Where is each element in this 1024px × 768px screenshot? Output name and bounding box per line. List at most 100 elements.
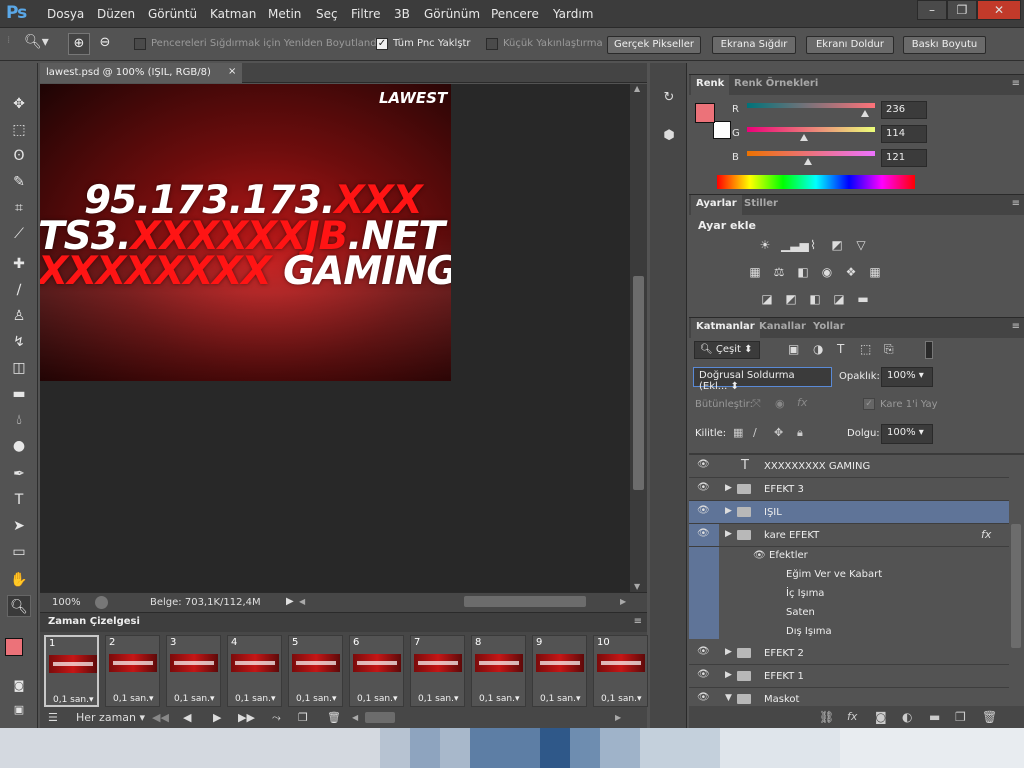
gradient-map-icon[interactable]: ◪ — [831, 292, 847, 306]
timeline-frame[interactable]: 1 0,1 san.▾ — [44, 635, 99, 707]
layer-effect-row[interactable]: Eğim Ver ve Kabart — [689, 566, 1009, 585]
frame-duration-select[interactable]: 0,1 san.▾ — [174, 694, 214, 704]
tab-renk[interactable]: Renk — [691, 75, 730, 95]
timeline-frame[interactable]: 3 0,1 san.▾ — [166, 635, 221, 707]
zoom-tool-icon[interactable]: 🔍︎ — [7, 595, 31, 617]
color-balance-icon[interactable]: ⚖ — [771, 265, 787, 279]
timeline-frame[interactable]: 4 0,1 san.▾ — [227, 635, 282, 707]
effect-visibility-icon[interactable]: 👁︎ — [753, 550, 766, 561]
blend-mode-select[interactable]: Doğrusal Soldurma (Ekl... ⬍ — [693, 367, 832, 392]
tween-icon[interactable]: ⤳ — [272, 711, 281, 725]
collapsed-triangle-icon[interactable]: ▶ — [725, 529, 732, 539]
frame-duration-select[interactable]: 0,1 san.▾ — [296, 694, 336, 704]
menu-gorunum[interactable]: Görünüm — [424, 7, 480, 21]
frame-duration-select[interactable]: 0,1 san.▾ — [235, 694, 275, 704]
resize-windows-checkbox[interactable] — [134, 38, 146, 50]
tab-stiller[interactable]: Stiller — [744, 198, 778, 209]
filter-toggle[interactable] — [925, 341, 933, 359]
artwork-canvas[interactable]: LAWEST 95.173.173.XXX TS3.XXXXXXJB.NET X… — [40, 84, 451, 381]
scroll-up-icon[interactable]: ▲ — [634, 84, 640, 93]
zoom-in-icon[interactable]: ⊕ — [68, 33, 90, 55]
new-layer-icon[interactable]: ❐ — [955, 710, 966, 724]
timeline-frame[interactable]: 10 0,1 san.▾ — [593, 635, 648, 707]
tab-katmanlar[interactable]: Katmanlar — [691, 318, 760, 338]
layer-visibility-icon[interactable]: 👁︎ — [697, 692, 711, 703]
menu-duzen[interactable]: Düzen — [97, 7, 135, 21]
g-slider[interactable] — [747, 127, 875, 132]
close-button[interactable]: ✕ — [977, 0, 1021, 20]
scroll-right-icon[interactable]: ▶ — [620, 597, 626, 606]
collapsed-triangle-icon[interactable]: ▶ — [725, 506, 732, 516]
timeline-frame[interactable]: 5 0,1 san.▾ — [288, 635, 343, 707]
path-selection-tool-icon[interactable]: ➤ — [7, 515, 31, 537]
r-slider[interactable] — [747, 103, 875, 108]
b-slider-knob[interactable] — [803, 158, 812, 165]
scrubby-zoom-checkbox[interactable] — [486, 38, 498, 50]
g-value-field[interactable]: 114 — [881, 125, 927, 143]
marquee-tool-icon[interactable]: ⬚ — [7, 119, 31, 141]
exposure-icon[interactable]: ◩ — [829, 238, 845, 252]
levels-icon[interactable]: ▁▃▅ — [781, 238, 809, 252]
timeline-scroll-left-icon[interactable]: ◀ — [352, 713, 358, 722]
layer-effect-row[interactable]: Saten — [689, 604, 1009, 623]
previous-frame-icon[interactable]: ◀ — [183, 711, 191, 724]
timeline-scroll-right-icon[interactable]: ▶ — [615, 713, 621, 722]
print-size-button[interactable]: Baskı Boyutu — [903, 36, 986, 54]
vibrance-icon[interactable]: ▽ — [853, 238, 869, 252]
add-mask-icon[interactable]: ◙ — [875, 710, 887, 724]
restore-button[interactable]: ❐ — [947, 0, 977, 20]
menu-3b[interactable]: 3B — [394, 7, 410, 21]
menu-filtre[interactable]: Filtre — [351, 7, 380, 21]
foreground-color-swatch[interactable] — [5, 638, 23, 656]
vertical-scroll-thumb[interactable] — [633, 276, 644, 490]
layers-scroll-thumb[interactable] — [1011, 524, 1021, 648]
b-value-field[interactable]: 121 — [881, 149, 927, 167]
shape-tool-icon[interactable]: ▭ — [7, 541, 31, 563]
menu-metin[interactable]: Metin — [268, 7, 301, 21]
layer-row[interactable]: 👁︎ ▶ EFEKT 3 — [689, 478, 1009, 501]
menu-goruntu[interactable]: Görüntü — [148, 7, 197, 21]
layer-row[interactable]: 👁︎ T XXXXXXXXX GAMING — [689, 455, 1009, 478]
new-group-icon[interactable]: ▬ — [929, 710, 940, 724]
r-value-field[interactable]: 236 — [881, 101, 927, 119]
channel-mixer-icon[interactable]: ❖ — [843, 265, 859, 279]
panel-menu-icon[interactable]: ≡ — [1012, 198, 1020, 209]
zoom-tool-preset-icon[interactable]: 🔍︎▾ — [24, 34, 49, 50]
g-slider-knob[interactable] — [800, 134, 809, 141]
filter-adjustment-icon[interactable]: ◑ — [813, 342, 823, 356]
collapsed-triangle-icon[interactable]: ▶ — [725, 483, 732, 493]
timeline-frame[interactable]: 2 0,1 san.▾ — [105, 635, 160, 707]
panel-menu-icon[interactable]: ≡ — [634, 616, 642, 627]
hue-saturation-icon[interactable]: ▦ — [747, 265, 763, 279]
timeline-title[interactable]: Zaman Çizelgesi — [48, 616, 140, 627]
frame-duration-select[interactable]: 0,1 san.▾ — [113, 694, 153, 704]
3d-panel-icon[interactable]: ⬢ — [658, 125, 680, 147]
layer-effect-row[interactable]: İç Işıma — [689, 585, 1009, 604]
play-icon[interactable]: ▶ — [213, 711, 221, 724]
collapsed-triangle-icon[interactable]: ▶ — [725, 670, 732, 680]
tab-kanallar[interactable]: Kanallar — [759, 321, 806, 332]
frame-duration-select[interactable]: 0,1 san.▾ — [418, 694, 458, 704]
scroll-left-icon[interactable]: ◀ — [299, 597, 305, 606]
invert-icon[interactable]: ◪ — [759, 292, 775, 306]
layer-visibility-icon[interactable]: 👁︎ — [697, 646, 711, 657]
layer-visibility-icon[interactable]: 👁︎ — [697, 505, 711, 516]
layer-effect-row[interactable]: 👁︎ Efektler — [689, 547, 1009, 566]
layer-visibility-icon[interactable]: 👁︎ — [697, 528, 711, 539]
type-tool-icon[interactable]: T — [7, 489, 31, 511]
filter-smart-object-icon[interactable]: ⎘ — [884, 342, 894, 357]
panel-menu-icon[interactable]: ≡ — [1012, 78, 1020, 89]
loop-select[interactable]: Her zaman ▾ — [76, 711, 145, 724]
delete-frame-icon[interactable]: 🗑︎ — [327, 711, 341, 724]
lock-position-icon[interactable]: ✥ — [774, 426, 783, 439]
history-panel-icon[interactable]: ↻ — [658, 87, 680, 109]
clone-stamp-tool-icon[interactable]: ♙ — [7, 305, 31, 327]
background-color-chip[interactable] — [713, 121, 731, 139]
unify-visibility-icon[interactable]: ◉ — [775, 397, 785, 410]
horizontal-scroll-thumb[interactable] — [464, 596, 586, 607]
all-windows-checkbox[interactable]: ✓ — [376, 38, 388, 50]
layer-row[interactable]: 👁︎ ▶ EFEKT 2 — [689, 642, 1009, 665]
timeline-scroll-thumb[interactable] — [365, 712, 395, 723]
fill-field[interactable]: 100% ▾ — [881, 424, 933, 444]
status-icon[interactable] — [95, 596, 108, 609]
